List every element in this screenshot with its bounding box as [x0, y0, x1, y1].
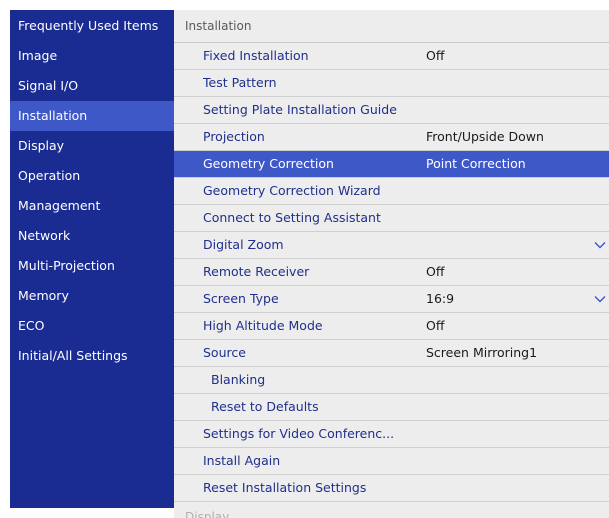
row-label: Geometry Correction Wizard [203, 183, 381, 198]
sidebar-item-memory[interactable]: Memory [10, 281, 174, 311]
row-value: 16:9 [426, 291, 455, 306]
sidebar: Frequently Used Items Image Signal I/O I… [10, 10, 174, 508]
chevron-down-icon[interactable] [593, 292, 607, 306]
sidebar-item-installation[interactable]: Installation [10, 101, 174, 131]
menu-row-settings-for-video-conference[interactable]: Settings for Video Conferenc... [174, 421, 609, 448]
row-label: Screen Type [203, 291, 279, 306]
row-label: Test Pattern [203, 75, 277, 90]
menu-row-high-altitude-mode[interactable]: High Altitude Mode Off [174, 313, 609, 340]
row-label: Connect to Setting Assistant [203, 210, 381, 225]
sidebar-item-image[interactable]: Image [10, 41, 174, 71]
row-label: High Altitude Mode [203, 318, 323, 333]
settings-panel: Installation Fixed Installation Off Test… [174, 10, 609, 518]
sidebar-item-network[interactable]: Network [10, 221, 174, 251]
sidebar-item-frequently-used-items[interactable]: Frequently Used Items [10, 10, 174, 41]
menu-row-reset-to-defaults[interactable]: Reset to Defaults [174, 394, 609, 421]
row-value: Point Correction [426, 156, 526, 171]
menu-row-geometry-correction[interactable]: Geometry Correction Point Correction [174, 151, 609, 178]
row-value: Off [426, 48, 445, 63]
projector-menu: Frequently Used Items Image Signal I/O I… [0, 0, 609, 518]
row-label: Install Again [203, 453, 281, 468]
row-value: Front/Upside Down [426, 129, 544, 144]
sidebar-item-display[interactable]: Display [10, 131, 174, 161]
menu-row-geometry-correction-wizard[interactable]: Geometry Correction Wizard [174, 178, 609, 205]
menu-row-digital-zoom[interactable]: Digital Zoom [174, 232, 609, 259]
row-value: Off [426, 318, 445, 333]
menu-row-source[interactable]: Source Screen Mirroring1 [174, 340, 609, 367]
sidebar-item-multi-projection[interactable]: Multi-Projection [10, 251, 174, 281]
menu-row-screen-type[interactable]: Screen Type 16:9 [174, 286, 609, 313]
row-label: Digital Zoom [203, 237, 284, 252]
sidebar-item-initial-all-settings[interactable]: Initial/All Settings [10, 341, 174, 371]
menu-row-setting-plate-installation-guide[interactable]: Setting Plate Installation Guide [174, 97, 609, 124]
row-label: Remote Receiver [203, 264, 310, 279]
row-value: Off [426, 264, 445, 279]
row-label: Fixed Installation [203, 48, 309, 63]
row-label: Projection [203, 129, 265, 144]
menu-row-reset-installation-settings[interactable]: Reset Installation Settings [174, 475, 609, 502]
menu-row-test-pattern[interactable]: Test Pattern [174, 70, 609, 97]
sidebar-item-eco[interactable]: ECO [10, 311, 174, 341]
sidebar-item-signal-io[interactable]: Signal I/O [10, 71, 174, 101]
menu-row-remote-receiver[interactable]: Remote Receiver Off [174, 259, 609, 286]
row-label: Reset Installation Settings [203, 480, 367, 495]
row-value: Screen Mirroring1 [426, 345, 538, 360]
sidebar-item-management[interactable]: Management [10, 191, 174, 221]
row-label: Reset to Defaults [211, 399, 319, 414]
row-label: Setting Plate Installation Guide [203, 102, 397, 117]
row-label: Source [203, 345, 246, 360]
row-label: Settings for Video Conferenc... [203, 426, 395, 441]
menu-row-blanking[interactable]: Blanking [174, 367, 609, 394]
row-label: Blanking [211, 372, 266, 387]
row-label: Geometry Correction [203, 156, 334, 171]
menu-row-connect-to-setting-assistant[interactable]: Connect to Setting Assistant [174, 205, 609, 232]
menu-row-projection[interactable]: Projection Front/Upside Down [174, 124, 609, 151]
panel-title: Installation [174, 10, 609, 43]
next-section-title: Display [185, 510, 230, 518]
chevron-down-icon[interactable] [593, 238, 607, 252]
menu-row-install-again[interactable]: Install Again [174, 448, 609, 475]
sidebar-item-operation[interactable]: Operation [10, 161, 174, 191]
menu-row-fixed-installation[interactable]: Fixed Installation Off [174, 43, 609, 70]
